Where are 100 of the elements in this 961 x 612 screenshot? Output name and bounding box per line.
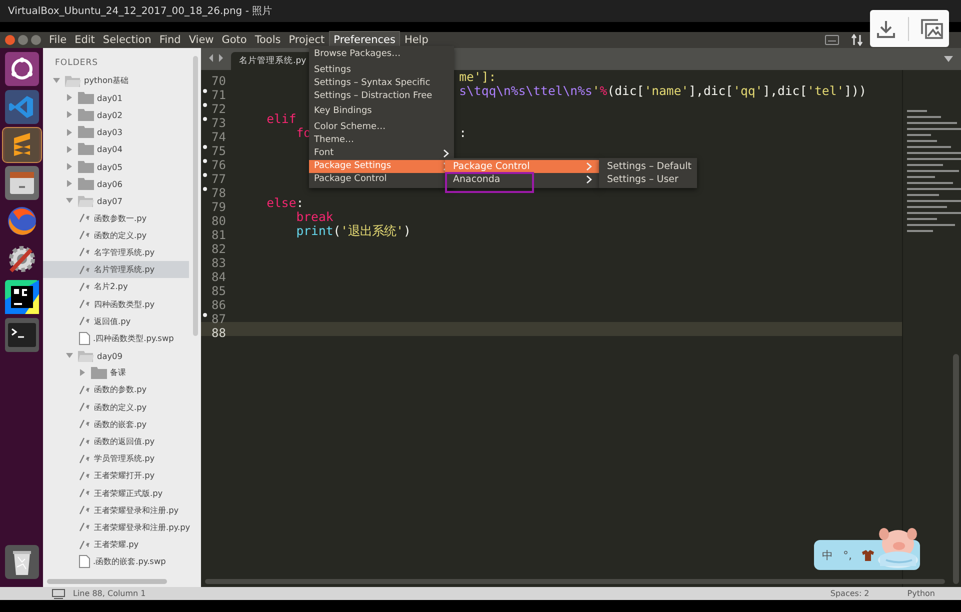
sidebar-item[interactable]: day07 [43,192,189,210]
ribbon-logo-icon[interactable] [4,90,38,124]
line-number: 86 [212,298,226,312]
collapsed-triangle-icon[interactable] [66,128,73,136]
menu-item[interactable]: Edit [70,32,99,48]
dropdown-caret-icon[interactable] [944,56,953,62]
code-token: ) [403,224,411,238]
comment-slash-icon [79,522,91,532]
sidebar-item[interactable]: day03 [43,124,189,141]
expanded-triangle-icon[interactable] [53,77,60,84]
minimize-button[interactable] [18,35,28,45]
circle-logo-icon[interactable] [4,52,38,86]
comment-slash-icon [79,282,91,292]
trash-icon[interactable] [4,545,38,579]
scrollbar-thumb[interactable] [47,579,167,584]
sidebar-item[interactable]: 四种函数类型.py [43,295,189,313]
sidebar-item[interactable]: .四种函数类型.py.swp [43,330,189,347]
collapsed-triangle-icon[interactable] [66,111,73,118]
menu-item[interactable]: Help [400,32,432,48]
input-mode-toggle[interactable]: 中 [822,548,833,562]
sidebar-item[interactable]: 学员管理系统.py [43,450,189,468]
sidebar-item[interactable]: 函数的定义.py [43,226,189,244]
menu-entry[interactable]: Font [309,146,454,160]
sidebar-title: FOLDERS [54,57,100,70]
menu-entry[interactable]: Key Bindings [309,105,454,118]
sidebar-item[interactable]: day02 [43,106,189,124]
menu-entry[interactable]: Settings – User [599,173,697,186]
code-token: 'tel' [807,84,844,98]
sidebar-item[interactable]: 名片2.py [43,278,189,296]
collapsed-triangle-icon[interactable] [66,163,73,170]
line-number: 72 [212,102,226,116]
transfer-arrows-icon[interactable] [851,34,863,46]
scrollbar-thumb[interactable] [193,56,198,336]
terminal-icon[interactable] [4,318,38,352]
drawer-icon[interactable] [4,166,38,200]
menu-entry[interactable]: Theme… [309,134,454,146]
collapsed-triangle-icon[interactable] [66,146,73,153]
sidebar-item[interactable]: 王者荣耀正式版.py [43,484,189,502]
code-token: ],dic[ [762,84,808,98]
code-token: ],dic[ [688,84,734,98]
sidebar-item[interactable]: 函数的参数.py [43,381,189,399]
scrollbar-thumb[interactable] [205,579,945,584]
image-icon[interactable] [920,18,944,40]
collapsed-triangle-icon[interactable] [79,369,86,376]
expanded-triangle-icon[interactable] [66,197,73,204]
close-button[interactable] [5,35,15,45]
indentation-setting[interactable]: Spaces: 2 [830,589,870,598]
s-logo-icon[interactable] [4,128,38,162]
menu-item[interactable]: Project [284,32,329,48]
punctuation-toggle[interactable]: °, [843,548,852,562]
sidebar-item[interactable]: .函数的嵌套.py.swp [43,553,189,570]
open-folder-icon [78,350,94,362]
folder-icon [78,108,94,121]
folder-icon [91,366,107,379]
sidebar-item[interactable]: day06 [43,175,189,192]
tab-nav-arrows-icon[interactable] [209,54,223,62]
menu-item[interactable]: Find [155,32,185,48]
scrollbar-thumb[interactable] [953,354,959,584]
sidebar-item[interactable]: python基础 [43,72,189,90]
monitor-icon[interactable] [52,588,65,598]
sidebar-item[interactable]: 函数的定义.py [43,398,189,416]
document-icon [79,332,90,345]
menu-item[interactable]: Tools [250,32,285,48]
keyboard-icon[interactable] [825,35,839,45]
shirt-icon[interactable] [862,550,874,560]
sidebar-item[interactable]: 名字管理系统.py [43,244,189,262]
menu-entry[interactable]: Color Scheme… [309,120,454,134]
sidebar-item[interactable]: 备课 [43,364,189,382]
sidebar-item[interactable]: 王者荣耀登录和注册.py.py [43,518,190,536]
collapsed-triangle-icon[interactable] [66,180,73,188]
comment-slash-icon [79,316,91,326]
menu-item[interactable]: File [45,32,71,48]
syntax-setting[interactable]: Python [907,589,935,598]
code-token: else [266,196,296,210]
sidebar-item[interactable]: 函数的嵌套.py [43,416,189,433]
sidebar-item[interactable]: 函数的返回值.py [43,432,189,450]
sidebar-item[interactable]: day01 [43,89,189,106]
sidebar-item[interactable]: 王者荣耀.py [43,536,189,554]
pc-logo-icon[interactable] [4,280,38,314]
menu-item[interactable]: Selection [98,32,156,48]
collapsed-triangle-icon[interactable] [66,94,73,102]
menu-item[interactable]: Goto [218,32,251,48]
sidebar-item[interactable]: day09 [43,347,189,364]
expanded-triangle-icon[interactable] [66,352,73,360]
folder-icon [78,178,94,190]
menu-item[interactable]: View [184,32,218,48]
sidebar-item[interactable]: 名片管理系统.py [43,261,189,278]
sidebar-item[interactable]: 返回值.py [43,312,189,330]
sidebar-item[interactable]: 王者荣耀登录和注册.py [43,502,189,519]
sidebar-item[interactable]: day04 [43,140,189,158]
sidebar-item[interactable]: 王者荣耀打开.py [43,467,189,484]
line-number: 81 [212,228,226,242]
menu-entry[interactable]: Settings – Distraction Free [309,90,454,102]
menu-entry[interactable]: Settings – Default [599,160,697,173]
menu-entry[interactable]: Settings – Syntax Specific [309,76,454,90]
sidebar-item[interactable]: 函数参数一.py [43,210,189,227]
sidebar-item[interactable]: day05 [43,158,189,176]
comment-slash-icon [79,454,91,464]
maximize-button[interactable] [31,35,41,45]
code-token: 'name' [644,84,689,98]
